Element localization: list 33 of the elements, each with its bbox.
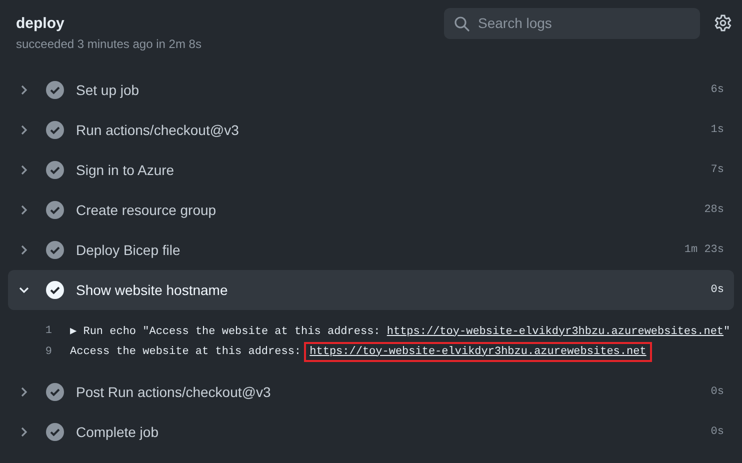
check-circle-icon — [46, 383, 64, 401]
step-duration: 0s — [710, 284, 724, 296]
url-link[interactable]: https://toy-website-elvikdyr3hbzu.azurewebsites.net — [386, 326, 724, 338]
settings-icon[interactable] — [714, 14, 732, 32]
step-row[interactable]: Set up job 6s — [8, 70, 734, 110]
log-text: ▶ Run echo "Access the website at this address: https://toy-website-elvikdyr3hbzu.azurewebsites.net" — [70, 324, 730, 338]
check-circle-icon — [46, 161, 64, 179]
log-text: Access the website at this address: https://toy-website-elvikdyr3hbzu.azurewebsites.net — [70, 346, 648, 358]
check-circle-icon — [46, 423, 64, 441]
search-field[interactable]: Search logs — [444, 8, 700, 38]
step-duration: 1m 23s — [684, 244, 724, 256]
step-duration: 28s — [704, 204, 724, 216]
step-duration: 7s — [710, 164, 724, 176]
step-row[interactable]: Complete job 0s — [8, 412, 734, 452]
step-row[interactable]: Deploy Bicep file 1m 23s — [8, 230, 734, 270]
step-row[interactable]: Show website hostname 0s — [8, 270, 734, 310]
step-duration: 0s — [710, 426, 724, 438]
step-duration: 0s — [710, 386, 724, 398]
line-number: 9 — [44, 346, 52, 358]
check-circle-icon — [46, 241, 64, 259]
line-number: 1 — [44, 324, 52, 336]
step-row[interactable]: Run actions/checkout@v3 1s — [8, 110, 734, 150]
check-circle-icon — [46, 81, 64, 99]
step-row[interactable]: Sign in to Azure 7s — [8, 150, 734, 190]
job-title: deploy — [16, 15, 66, 32]
step-row[interactable]: Post Run actions/checkout@v3 0s — [8, 372, 734, 412]
job-status: succeeded 3 minutes ago in 2m 8s — [16, 37, 202, 51]
check-circle-icon — [46, 281, 64, 299]
check-circle-icon — [46, 121, 64, 139]
step-row[interactable]: Create resource group 28s — [8, 190, 734, 230]
check-circle-icon — [46, 201, 64, 219]
step-duration: 1s — [710, 124, 724, 136]
step-duration: 6s — [710, 84, 724, 96]
